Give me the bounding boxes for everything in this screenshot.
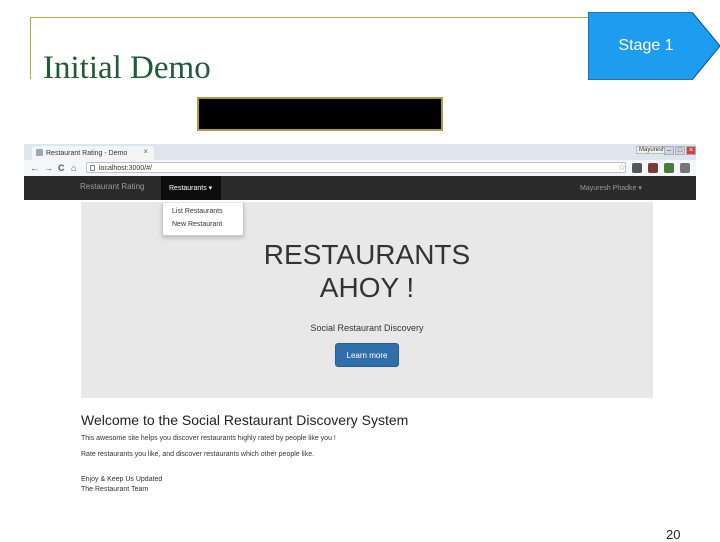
- slide-frame-left: [30, 17, 31, 79]
- extension-icon[interactable]: [632, 163, 642, 173]
- restaurants-dropdown: List Restaurants New Restaurant: [162, 203, 244, 236]
- hero-title: RESTAURANTS AHOY !: [81, 238, 653, 304]
- window-controls: – □ ×: [664, 146, 696, 155]
- signoff-line: Enjoy & Keep Us Updated: [81, 476, 163, 483]
- extension-icon[interactable]: [648, 163, 658, 173]
- dropdown-item-new-restaurant[interactable]: New Restaurant: [172, 221, 222, 228]
- app-brand[interactable]: Restaurant Rating: [80, 182, 144, 191]
- maximize-icon[interactable]: □: [675, 146, 685, 155]
- forward-icon[interactable]: →: [44, 163, 53, 173]
- signoff-line: The Restaurant Team: [81, 486, 149, 493]
- restaurants-menu[interactable]: Restaurants ▾: [161, 176, 221, 200]
- browser-window: Restaurant Rating - Demo × Mayuresh – □ …: [24, 144, 696, 200]
- browser-toolbar: ← → C ⌂ localhost:3000/#/ ☆: [24, 160, 696, 177]
- favicon-icon: [36, 149, 43, 156]
- user-menu[interactable]: Mayuresh Phadke ▾: [580, 184, 642, 192]
- address-bar[interactable]: localhost:3000/#/: [86, 162, 626, 173]
- tab-bar: Restaurant Rating - Demo × Mayuresh – □ …: [24, 144, 696, 160]
- tab-title: Restaurant Rating - Demo: [46, 149, 128, 157]
- redacted-box: [197, 97, 443, 131]
- bookmark-star-icon[interactable]: ☆: [618, 162, 626, 173]
- url-text: localhost:3000/#/: [99, 165, 152, 172]
- learn-more-button[interactable]: Learn more: [335, 343, 399, 367]
- back-icon[interactable]: ←: [30, 163, 39, 173]
- reload-icon[interactable]: C: [58, 163, 65, 173]
- hero-title-line: RESTAURANTS: [263, 239, 471, 270]
- browser-tab[interactable]: Restaurant Rating - Demo ×: [32, 146, 154, 160]
- app-navbar: Restaurant Rating Restaurants ▾ Mayuresh…: [24, 176, 696, 200]
- extension-icon[interactable]: [664, 163, 674, 173]
- slide-title: Initial Demo: [43, 50, 211, 86]
- page-icon: [90, 165, 95, 171]
- welcome-heading: Welcome to the Social Restaurant Discove…: [81, 412, 409, 428]
- slide-frame-top: [30, 17, 590, 18]
- hero-subtitle: Social Restaurant Discovery: [310, 323, 424, 333]
- menu-icon[interactable]: [680, 163, 690, 173]
- stage-label: Stage 1: [618, 37, 674, 54]
- stage-badge: Stage 1: [588, 12, 720, 80]
- dropdown-item-list-restaurants[interactable]: List Restaurants: [172, 208, 223, 215]
- intro-paragraph: Rate restaurants you like, and discover …: [81, 451, 315, 458]
- hero-title-line: AHOY !: [319, 272, 415, 303]
- minimize-icon[interactable]: –: [664, 146, 674, 155]
- tab-close-icon[interactable]: ×: [143, 147, 148, 156]
- intro-paragraph: This awesome site helps you discover res…: [81, 435, 336, 442]
- close-window-icon[interactable]: ×: [686, 146, 696, 155]
- home-icon[interactable]: ⌂: [71, 163, 76, 173]
